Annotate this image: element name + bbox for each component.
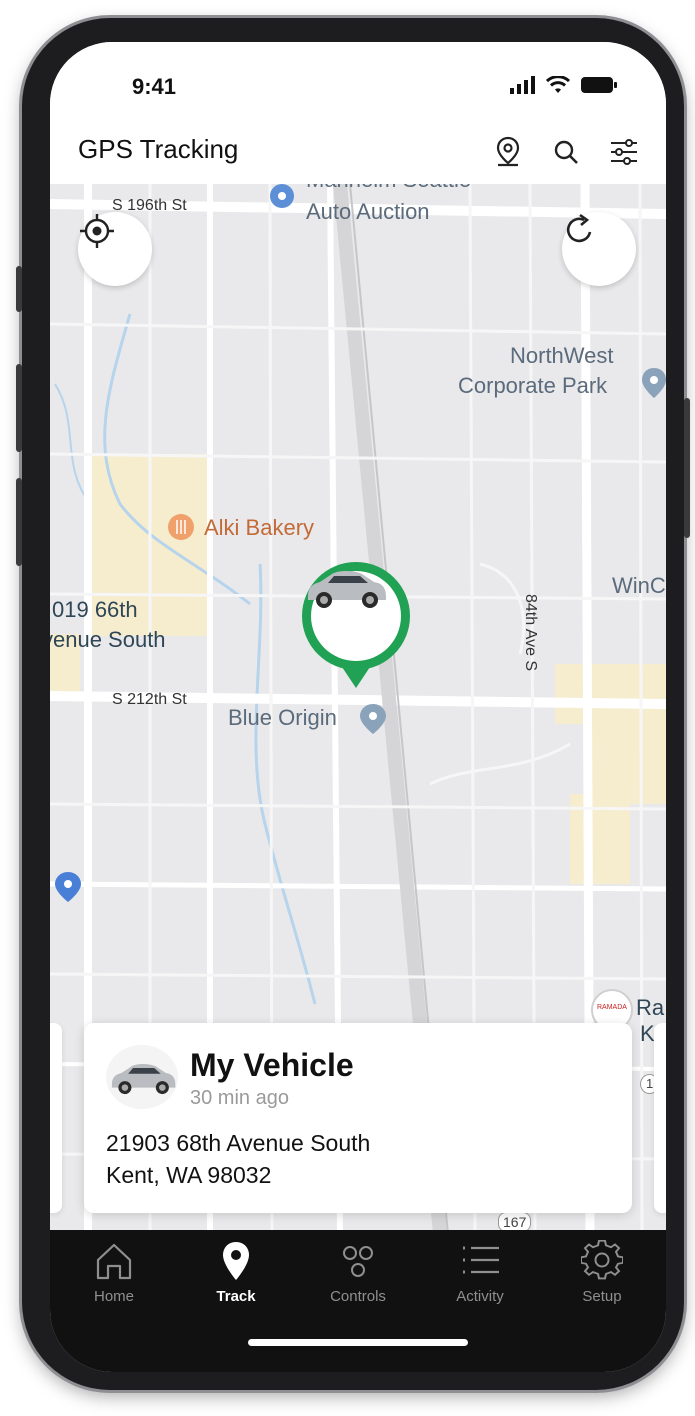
nav-home[interactable]: Home xyxy=(64,1240,164,1310)
vehicle-location-pin[interactable] xyxy=(302,562,414,690)
ramada-badge-text: RAMADA xyxy=(597,1004,627,1011)
vehicle-name: My Vehicle xyxy=(190,1047,354,1083)
poi-pin-left[interactable] xyxy=(55,872,81,902)
location-pin-button[interactable] xyxy=(488,132,528,172)
home-icon xyxy=(96,1243,132,1280)
road-shield-167: 167 xyxy=(498,1212,532,1232)
nav-track[interactable]: Track xyxy=(186,1240,286,1310)
nav-label-track: Track xyxy=(216,1288,256,1305)
map-label-blue-origin: Blue Origin xyxy=(228,705,337,730)
nav-label-controls: Controls xyxy=(330,1288,386,1305)
volume-up-button xyxy=(16,364,22,452)
car-icon xyxy=(308,571,386,608)
refresh-button[interactable] xyxy=(562,212,636,286)
silent-switch xyxy=(16,266,22,312)
refresh-icon xyxy=(566,213,592,243)
map-label-k: K xyxy=(640,1021,655,1046)
app-header: GPS Tracking xyxy=(50,122,666,184)
bottom-nav: Home Track Controls Activity Setup xyxy=(50,1230,666,1372)
map-label-northwest-2: Corporate Park xyxy=(458,373,608,398)
map-label-northwest-1: NorthWest xyxy=(510,343,614,368)
map-label-addr-66th-2: venue South xyxy=(50,627,166,652)
power-button xyxy=(684,398,690,538)
vehicle-info-card[interactable]: My Vehicle 30 min ago 21903 68th Avenue … xyxy=(84,1023,632,1213)
location-pin-icon xyxy=(223,1242,249,1280)
battery-icon xyxy=(581,77,617,93)
status-icons xyxy=(510,76,618,94)
nav-controls[interactable]: Controls xyxy=(308,1240,408,1310)
nav-label-home: Home xyxy=(93,1288,134,1305)
nav-label-setup: Setup xyxy=(582,1288,622,1305)
nav-setup[interactable]: Setup xyxy=(552,1240,652,1310)
search-button[interactable] xyxy=(546,132,586,172)
map-label-ra: Ra xyxy=(636,995,665,1020)
map-label-addr-66th-1: 019 66th xyxy=(52,597,138,622)
center-location-button[interactable] xyxy=(78,212,152,286)
nav-label-activity: Activity xyxy=(456,1288,504,1305)
home-indicator[interactable] xyxy=(248,1339,468,1346)
vehicle-avatar xyxy=(106,1045,178,1109)
address-line-1: 21903 68th Avenue South xyxy=(106,1130,371,1156)
volume-down-button xyxy=(16,478,22,566)
sliders-icon xyxy=(611,139,637,165)
app-screen: 9:41 GPS Tracking Auto Auction S 196th S… xyxy=(50,42,666,1372)
gear-icon xyxy=(581,1240,623,1280)
poi-pin-blue-origin[interactable] xyxy=(360,704,386,734)
vehicle-address: 21903 68th Avenue South Kent, WA 98032 xyxy=(106,1127,370,1191)
list-icon xyxy=(463,1246,499,1274)
search-icon xyxy=(554,140,578,164)
nav-activity[interactable]: Activity xyxy=(430,1240,530,1310)
map-label-s212: S 212th St xyxy=(112,691,187,708)
status-bar: 9:41 xyxy=(50,42,666,122)
car-icon xyxy=(111,1063,176,1095)
controls-icon xyxy=(343,1246,373,1277)
filter-button[interactable] xyxy=(604,132,644,172)
map-label-alki: Alki Bakery xyxy=(204,515,315,540)
pin-circle xyxy=(302,562,410,670)
vehicle-image-marker xyxy=(308,571,401,661)
crosshair-icon xyxy=(80,214,114,248)
location-pin-icon xyxy=(496,136,520,167)
wifi-icon xyxy=(546,76,570,93)
page-title: GPS Tracking xyxy=(78,134,239,164)
status-time: 9:41 xyxy=(132,74,177,99)
poi-pin-alki[interactable] xyxy=(168,514,194,540)
prev-card-edge[interactable] xyxy=(50,1023,62,1213)
map-label-auction-top: Manheim Seattle xyxy=(306,184,471,194)
address-line-2: Kent, WA 98032 xyxy=(106,1162,272,1188)
poi-pin-auction[interactable] xyxy=(270,184,294,208)
map-label-auction: Auto Auction xyxy=(306,199,430,224)
map-label-84th-ave: 84th Ave S xyxy=(522,594,539,672)
map-label-win: WinC xyxy=(612,573,666,598)
poi-pin-northwest[interactable] xyxy=(642,368,666,398)
last-update-time: 30 min ago xyxy=(190,1087,289,1109)
signal-icon xyxy=(510,76,535,94)
next-card-edge[interactable] xyxy=(654,1023,666,1213)
